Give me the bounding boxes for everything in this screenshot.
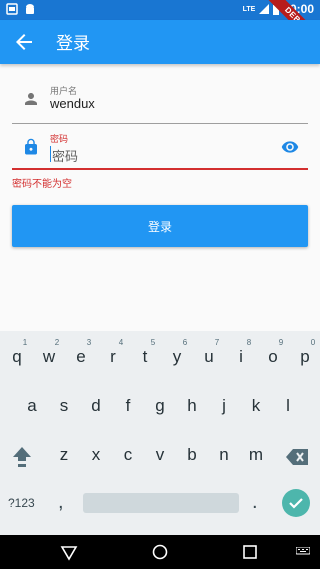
key-u[interactable]: u: [193, 347, 225, 367]
key-w[interactable]: w: [33, 347, 65, 367]
key-hint: 3: [86, 338, 92, 347]
key-j[interactable]: j: [208, 396, 240, 416]
key-m[interactable]: m: [240, 445, 272, 465]
key-hint: 8: [246, 338, 252, 347]
person-icon: [25, 93, 37, 105]
key-hint: 2: [54, 338, 60, 347]
nav-back-icon[interactable]: [60, 543, 78, 561]
android-icon: [26, 4, 34, 14]
visibility-toggle-icon[interactable]: [280, 138, 300, 156]
key-z[interactable]: z: [48, 445, 80, 465]
key-hint: 0: [310, 338, 316, 347]
login-button[interactable]: 登录: [12, 205, 308, 247]
page-title: 登录: [56, 34, 90, 54]
key-n[interactable]: n: [208, 445, 240, 465]
key-d[interactable]: d: [80, 396, 112, 416]
key-b[interactable]: b: [176, 445, 208, 465]
key-hint: 1: [22, 338, 28, 347]
backspace-key-icon[interactable]: [286, 449, 308, 465]
navigation-bar: [0, 535, 320, 569]
key-r[interactable]: r: [97, 347, 129, 367]
lock-icon: [25, 138, 37, 155]
key-c[interactable]: c: [112, 445, 144, 465]
key-hint: 9: [278, 338, 284, 347]
password-error: 密码不能为空: [12, 179, 72, 190]
password-placeholder[interactable]: 密码: [52, 146, 78, 165]
username-value[interactable]: wendux: [50, 96, 95, 111]
shift-key-icon[interactable]: [12, 445, 32, 469]
password-label: 密码: [50, 135, 69, 145]
key-v[interactable]: v: [144, 445, 176, 465]
key-f[interactable]: f: [112, 396, 144, 416]
soft-keyboard: 1q 2w 3e 4r 5t 6y 7u 8i 9o 0p asdfghjkl zxcvbnm ?…: [0, 331, 320, 535]
password-field[interactable]: 密码 密码: [12, 128, 308, 170]
symbols-key[interactable]: ?123: [8, 496, 35, 510]
key-i[interactable]: i: [225, 347, 257, 367]
key-g[interactable]: g: [144, 396, 176, 416]
key-l[interactable]: l: [272, 396, 304, 416]
comma-key[interactable]: ,: [58, 491, 64, 514]
status-bar: LTE 10:00 DEBUG: [0, 0, 320, 57]
key-e[interactable]: e: [65, 347, 97, 367]
key-s[interactable]: s: [48, 396, 80, 416]
notification-icon: [6, 3, 18, 15]
key-k[interactable]: k: [240, 396, 272, 416]
key-a[interactable]: a: [16, 396, 48, 416]
key-hint: 5: [150, 338, 156, 347]
app-bar: 登录: [0, 20, 320, 64]
key-q[interactable]: q: [1, 347, 33, 367]
text-cursor: [50, 146, 51, 162]
key-h[interactable]: h: [176, 396, 208, 416]
space-key[interactable]: [83, 493, 239, 513]
key-o[interactable]: o: [257, 347, 289, 367]
signal-icon: [259, 4, 270, 14]
keyboard-hide-icon[interactable]: [296, 547, 310, 557]
key-p[interactable]: p: [289, 347, 320, 367]
done-key[interactable]: [282, 489, 310, 517]
nav-home-icon[interactable]: [151, 543, 169, 561]
period-key[interactable]: .: [252, 491, 258, 514]
checkmark-icon: [289, 498, 303, 509]
nav-recents-icon[interactable]: [241, 543, 259, 561]
key-hint: 4: [118, 338, 124, 347]
network-type: LTE: [242, 5, 256, 13]
key-hint: 7: [214, 338, 220, 347]
key-hint: 6: [182, 338, 188, 347]
username-field[interactable]: 用户名 wendux: [12, 80, 308, 124]
key-t[interactable]: t: [129, 347, 161, 367]
back-arrow-icon[interactable]: [12, 30, 36, 54]
key-y[interactable]: y: [161, 347, 193, 367]
key-x[interactable]: x: [80, 445, 112, 465]
